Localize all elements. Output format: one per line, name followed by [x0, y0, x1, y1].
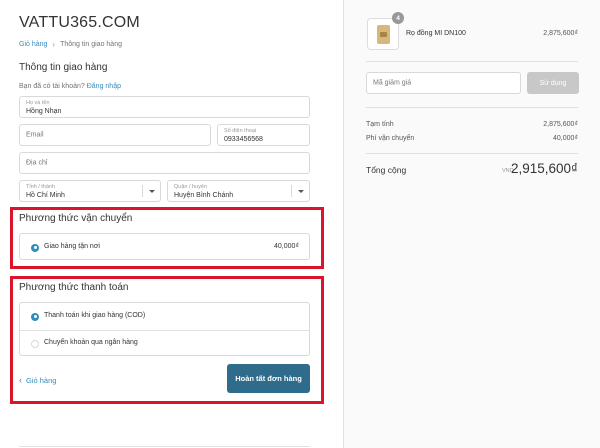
full-name-value: Hồng Nhạn: [26, 108, 62, 115]
summary-divider: [366, 61, 578, 62]
order-summary-panel: 4 Rọ đồng MI DN100 2,875,600₫ Mã giảm gi…: [343, 0, 600, 448]
product-name: Rọ đồng MI DN100: [406, 30, 466, 37]
shipping-option-price: 40,000₫: [273, 243, 299, 250]
full-name-label: Họ và tên: [26, 100, 50, 106]
province-value: Hồ Chí Minh: [26, 192, 65, 199]
login-prompt: Bạn đã có tài khoản? Đăng nhập: [19, 83, 121, 90]
province-select[interactable]: Tỉnh / thành Hồ Chí Minh: [19, 180, 161, 202]
shipping-option-label: Giao hàng tận nơi: [44, 243, 100, 250]
address-field[interactable]: Địa chỉ: [19, 152, 310, 174]
login-link[interactable]: Đăng nhập: [87, 83, 121, 90]
apply-coupon-button[interactable]: Sử dụng: [527, 72, 579, 94]
payment-method-title: Phương thức thanh toán: [19, 282, 129, 293]
footer-divider: [19, 446, 310, 447]
payment-option-bank[interactable]: Chuyển khoản qua ngân hàng: [20, 330, 309, 357]
shipping-fee-label: Phí vận chuyển: [366, 135, 415, 142]
radio-icon[interactable]: [31, 243, 39, 252]
caret-down-icon[interactable]: [291, 185, 309, 197]
shipping-fee-value: 40,000₫: [552, 135, 578, 142]
store-title[interactable]: VATTU365.COM: [19, 14, 140, 32]
coupon-placeholder: Mã giảm giá: [373, 79, 412, 87]
shipping-option-row[interactable]: Giao hàng tận nơi 40,000₫: [20, 234, 309, 261]
shipping-info-title: Thông tin giao hàng: [19, 62, 108, 73]
checkout-main-panel: VATTU365.COM Giỏ hàng › Thông tin giao h…: [0, 0, 343, 448]
coupon-input[interactable]: Mã giảm giá: [366, 72, 521, 94]
payment-option-cod[interactable]: Thanh toán khi giao hàng (COD): [20, 303, 309, 330]
email-placeholder: Email: [26, 131, 44, 139]
payment-option-cod-label: Thanh toán khi giao hàng (COD): [44, 312, 146, 319]
summary-divider: [366, 107, 578, 108]
radio-icon[interactable]: [31, 339, 39, 348]
breadcrumb: Giỏ hàng › Thông tin giao hàng: [19, 40, 122, 49]
back-to-cart-label: Giỏ hàng: [26, 375, 57, 385]
district-value: Huyện Bình Chánh: [174, 192, 234, 199]
radio-icon[interactable]: [31, 312, 39, 321]
phone-value: 0933456568: [224, 136, 263, 143]
shipping-method-title: Phương thức vận chuyển: [19, 213, 133, 224]
chevron-left-icon: ‹: [19, 375, 22, 385]
login-prompt-text: Bạn đã có tài khoản?: [19, 83, 85, 90]
full-name-field[interactable]: Họ và tên Hồng Nhạn: [19, 96, 310, 118]
complete-order-button[interactable]: Hoàn tất đơn hàng: [227, 364, 310, 393]
phone-field[interactable]: Số điện thoại 0933456568: [217, 124, 310, 146]
address-placeholder: Địa chỉ: [26, 159, 48, 167]
summary-divider: [366, 153, 578, 154]
phone-label: Số điện thoại: [224, 128, 257, 134]
back-to-cart-link[interactable]: ‹ Giỏ hàng: [19, 375, 56, 385]
payment-option-bank-label: Chuyển khoản qua ngân hàng: [44, 339, 138, 346]
shipping-option-box: Giao hàng tận nơi 40,000₫: [19, 233, 310, 260]
caret-down-icon[interactable]: [142, 185, 160, 197]
chevron-right-icon: ›: [52, 40, 56, 49]
product-price: 2,875,600₫: [543, 30, 578, 37]
total-value: 2,915,600₫: [511, 161, 578, 176]
subtotal-label: Tạm tính: [366, 121, 394, 128]
breadcrumb-cart-link[interactable]: Giỏ hàng: [19, 41, 47, 48]
total-label: Tổng cộng: [366, 165, 407, 175]
subtotal-value: 2,875,600₫: [543, 121, 578, 128]
email-field[interactable]: Email: [19, 124, 211, 146]
district-select[interactable]: Quận / huyện Huyện Bình Chánh: [167, 180, 310, 202]
payment-options-box: Thanh toán khi giao hàng (COD) Chuyển kh…: [19, 302, 310, 356]
province-label: Tỉnh / thành: [26, 184, 56, 190]
product-image: [377, 25, 390, 44]
district-label: Quận / huyện: [174, 184, 208, 190]
quantity-badge: 4: [392, 12, 404, 24]
breadcrumb-current: Thông tin giao hàng: [60, 41, 122, 48]
